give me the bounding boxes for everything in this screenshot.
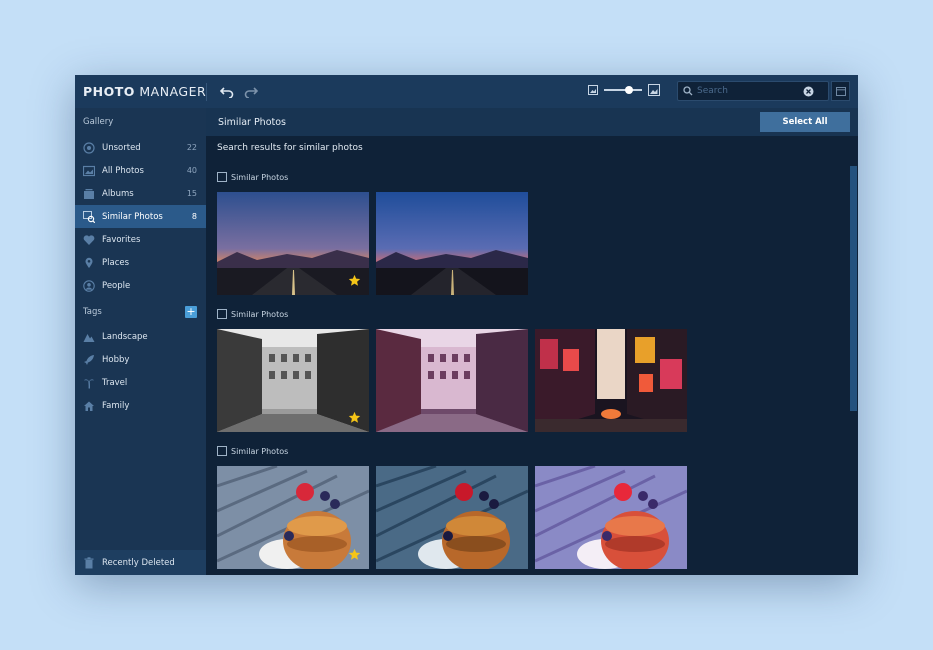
page-title: Similar Photos	[218, 116, 286, 128]
sidebar-item-label: Family	[102, 400, 130, 411]
sidebar: Gallery Unsorted 22 All Photos 40 Albums…	[75, 108, 206, 575]
app-logo: PHOTO MANAGER	[83, 84, 207, 99]
sidebar-item-label: People	[102, 280, 131, 291]
search-icon	[683, 86, 693, 96]
group-label: Similar Photos	[231, 309, 289, 319]
albums-icon	[83, 188, 95, 200]
undo-button[interactable]	[215, 80, 239, 104]
photo-thumbnail[interactable]	[535, 466, 687, 569]
item-count: 22	[186, 143, 197, 152]
photo-thumbnail[interactable]	[376, 192, 528, 295]
palm-icon	[83, 377, 95, 389]
tags-heading: Tags	[83, 307, 102, 317]
select-all-button[interactable]: Select All	[760, 112, 850, 132]
pin-icon	[83, 257, 95, 269]
group-header: Similar Photos	[217, 172, 288, 182]
favorite-star-icon[interactable]	[348, 411, 361, 424]
sidebar-item-label: Favorites	[102, 234, 141, 245]
undo-icon	[220, 86, 234, 98]
group-select-checkbox[interactable]	[217, 309, 227, 319]
thumbnail-zoom-control	[588, 84, 660, 96]
sidebar-item-label: Unsorted	[102, 142, 141, 153]
app-window: PHOTO MANAGER Gallery Unsorted 22	[75, 75, 858, 575]
group-label: Similar Photos	[231, 172, 289, 182]
top-toolbar: PHOTO MANAGER	[75, 75, 858, 108]
sidebar-item-label: Travel	[102, 377, 128, 388]
search-input[interactable]	[697, 86, 803, 96]
sidebar-item-travel[interactable]: Travel	[75, 371, 206, 394]
photo-thumbnail[interactable]	[376, 466, 528, 569]
item-count: 8	[191, 212, 197, 221]
sidebar-item-similar-photos[interactable]: Similar Photos 8	[75, 205, 206, 228]
sidebar-item-recently-deleted[interactable]: Recently Deleted	[75, 550, 206, 575]
scrollbar-thumb[interactable]	[850, 166, 857, 411]
toolbar-divider	[206, 82, 207, 101]
sidebar-item-unsorted[interactable]: Unsorted 22	[75, 136, 206, 159]
rocket-icon	[83, 354, 95, 366]
photo-thumbnail[interactable]	[376, 329, 528, 432]
small-image-icon	[588, 85, 598, 95]
sidebar-item-label: Albums	[102, 188, 134, 199]
large-image-icon	[648, 84, 660, 96]
group-label: Similar Photos	[231, 446, 289, 456]
search-box	[677, 81, 829, 101]
house-icon	[83, 400, 95, 412]
item-count: 15	[186, 189, 197, 198]
photo-thumbnail[interactable]	[217, 329, 369, 432]
favorite-star-icon[interactable]	[348, 548, 361, 561]
sidebar-item-hobby[interactable]: Hobby	[75, 348, 206, 371]
sidebar-item-label: Places	[102, 257, 130, 268]
photo-thumbnail[interactable]	[535, 329, 687, 432]
sidebar-item-albums[interactable]: Albums 15	[75, 182, 206, 205]
sidebar-item-label: Similar Photos	[102, 211, 163, 222]
gallery-heading: Gallery	[83, 117, 114, 127]
sidebar-item-label: Hobby	[102, 354, 130, 365]
date-filter-button[interactable]	[831, 81, 850, 101]
sidebar-item-label: Recently Deleted	[102, 557, 175, 568]
redo-icon	[244, 86, 258, 98]
similar-icon	[83, 210, 95, 223]
sidebar-item-family[interactable]: Family	[75, 394, 206, 417]
photo-thumbnail[interactable]	[217, 466, 369, 569]
favorite-star-icon[interactable]	[348, 274, 361, 287]
group-select-checkbox[interactable]	[217, 172, 227, 182]
content-header: Similar Photos Select All	[206, 108, 858, 136]
unsorted-icon	[83, 141, 95, 154]
tags-header: Tags +	[75, 299, 206, 325]
trash-icon	[83, 556, 95, 569]
group-header: Similar Photos	[217, 309, 288, 319]
zoom-slider-knob[interactable]	[624, 86, 633, 94]
sidebar-item-all-photos[interactable]: All Photos 40	[75, 159, 206, 182]
results-caption: Search results for similar photos	[217, 143, 363, 153]
person-icon	[83, 279, 95, 292]
add-tag-button[interactable]: +	[185, 306, 197, 318]
mountain-icon	[83, 331, 95, 343]
sidebar-item-favorites[interactable]: Favorites	[75, 228, 206, 251]
photos-icon	[83, 165, 95, 177]
sidebar-item-label: Landscape	[102, 331, 148, 342]
sidebar-item-label: All Photos	[102, 165, 144, 176]
item-count: 40	[186, 166, 197, 175]
calendar-icon	[835, 87, 846, 96]
zoom-slider[interactable]	[604, 86, 642, 94]
group-header: Similar Photos	[217, 446, 288, 456]
group-select-checkbox[interactable]	[217, 446, 227, 456]
sidebar-item-landscape[interactable]: Landscape	[75, 325, 206, 348]
photo-thumbnail[interactable]	[217, 192, 369, 295]
redo-button[interactable]	[239, 80, 263, 104]
sidebar-item-places[interactable]: Places	[75, 251, 206, 274]
sidebar-item-people[interactable]: People	[75, 274, 206, 297]
results-area: Search results for similar photos Simila…	[206, 136, 849, 575]
heart-icon	[83, 234, 95, 246]
clear-search-icon[interactable]	[803, 86, 814, 97]
